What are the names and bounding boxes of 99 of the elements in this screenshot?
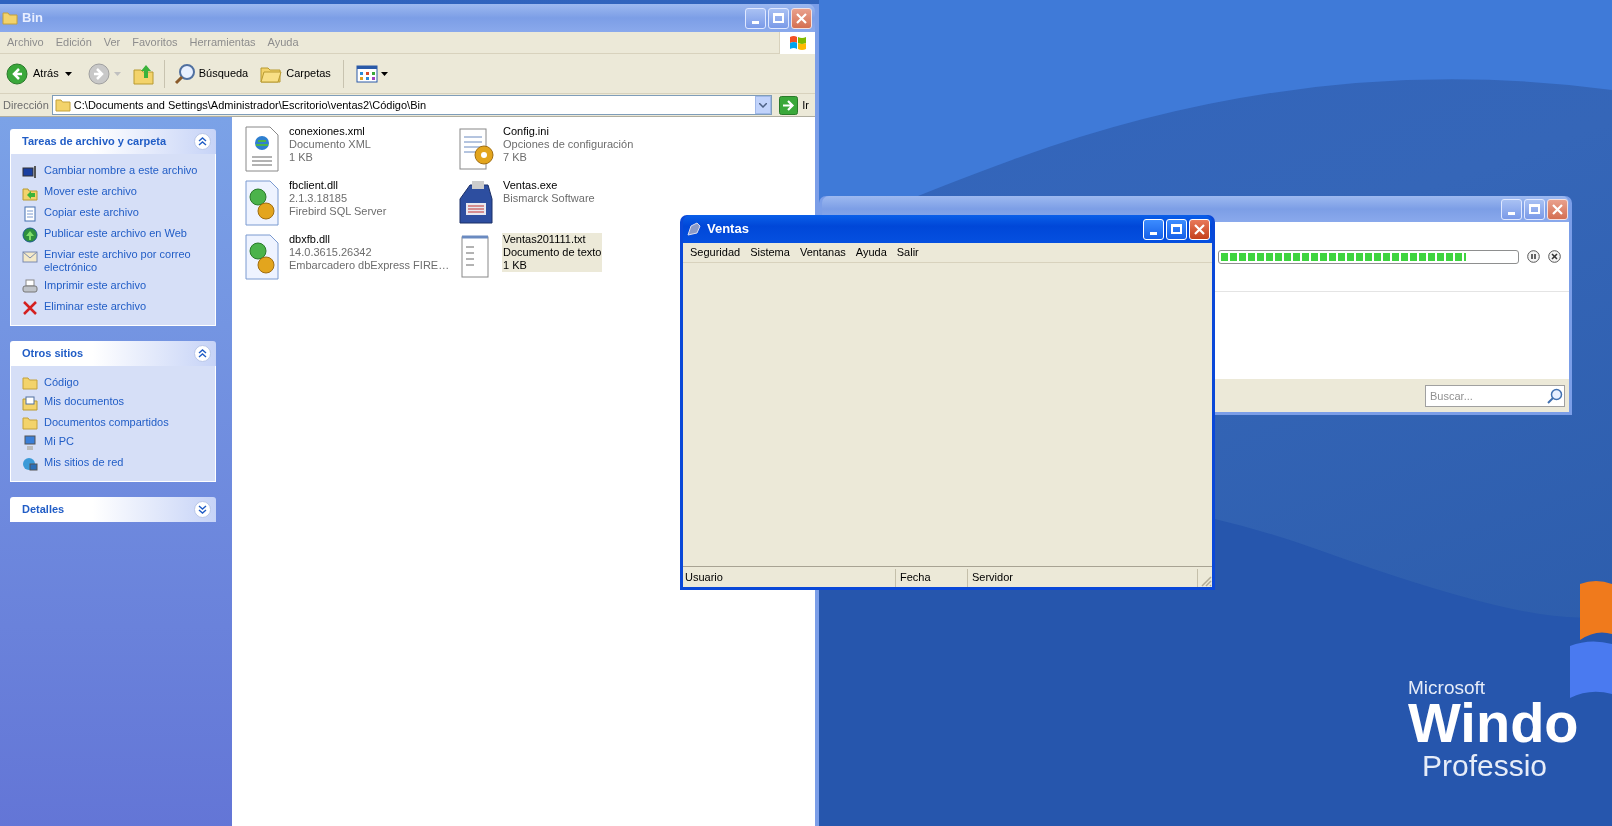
file-detail: Embarcadero dbExpress FIRE…	[289, 259, 450, 272]
status-panel: Servidor	[970, 569, 1198, 587]
cancel-icon[interactable]	[1548, 250, 1561, 263]
task-link[interactable]: Mis documentos	[44, 394, 125, 408]
file-detail: 1 KB	[503, 259, 528, 272]
file-name: dbxfb.dll	[289, 233, 331, 246]
file-detail: Opciones de configuración	[503, 138, 634, 151]
file-name: Ventas.exe	[503, 179, 559, 192]
task-link[interactable]: Cambiar nombre a este archivo	[44, 163, 198, 177]
panel-header[interactable]: Detalles	[10, 497, 216, 522]
task-link[interactable]: Enviar este archivo por correo electrónico	[44, 247, 204, 274]
file-name: conexiones.xml	[289, 125, 366, 138]
close-button[interactable]	[791, 7, 812, 29]
file-detail: Documento de texto	[503, 246, 602, 259]
envelope-icon	[22, 248, 38, 264]
panel-title: Detalles	[22, 502, 66, 518]
address-field[interactable]: C:\Documents and Settings\Administrador\Escritorio\ventas2\Código\Bin	[51, 95, 773, 115]
panel-header[interactable]: Tareas de archivo y carpeta	[10, 129, 216, 154]
resize-grip-icon[interactable]	[1200, 575, 1212, 587]
minimize-button[interactable]	[745, 7, 766, 29]
panel-header[interactable]: Otros sitios	[10, 341, 216, 366]
minimize-button[interactable]	[1501, 198, 1522, 220]
file-detail: Bismarck Software	[503, 192, 595, 205]
printer-icon	[22, 279, 38, 295]
folder-icon	[22, 416, 38, 430]
logo-text: Windo	[1408, 695, 1579, 751]
address-path: C:\Documents and Settings\Administrador\Escritorio\ventas2\Código\Bin	[73, 97, 428, 113]
app-icon	[686, 221, 702, 237]
search-button[interactable]: Búsqueda	[173, 58, 249, 89]
folder-icon	[54, 98, 71, 112]
file-item[interactable]: Config.ini Opciones de configuración 7 KB	[456, 125, 656, 179]
task-link[interactable]: Copiar este archivo	[44, 205, 139, 219]
close-icon	[1194, 223, 1205, 235]
views-icon	[355, 64, 378, 83]
task-link[interactable]: Mis sitios de red	[44, 455, 124, 469]
maximize-button[interactable]	[768, 7, 789, 29]
logo-text: Professio	[1422, 751, 1549, 781]
file-detail: 14.0.3615.26342	[289, 246, 373, 259]
document-icon	[22, 206, 38, 222]
task-link[interactable]: Mi PC	[44, 434, 74, 448]
panel-title: Otros sitios	[22, 346, 85, 362]
collapse-chevron-icon[interactable]	[194, 345, 211, 362]
status-panel: Usuario	[683, 569, 896, 587]
task-link[interactable]: Imprimir este archivo	[44, 278, 147, 292]
file-item[interactable]: fbclient.dll 2.1.3.18185 Firebird SQL Server	[242, 179, 456, 233]
file-name: Config.ini	[503, 125, 550, 138]
rename-icon	[22, 164, 38, 180]
close-button[interactable]	[1547, 198, 1568, 220]
window-title: Ventas	[707, 220, 749, 239]
computer-icon	[22, 435, 38, 451]
delete-icon	[22, 300, 38, 316]
dropdown-caret-icon	[380, 71, 388, 76]
settings-document-icon	[456, 125, 496, 173]
menu-item[interactable]: Salir	[891, 244, 924, 261]
maximize-button[interactable]	[1524, 198, 1545, 220]
menu-item[interactable]: Sistema	[745, 244, 795, 261]
collapse-chevron-icon[interactable]	[194, 133, 211, 150]
xml-document-icon	[242, 125, 282, 173]
file-item[interactable]: conexiones.xml Documento XML 1 KB	[242, 125, 456, 179]
file-name: fbclient.dll	[289, 179, 339, 192]
folders-button[interactable]: Carpetas	[260, 58, 331, 89]
file-detail: 1 KB	[289, 151, 314, 164]
folder-icon	[2, 11, 18, 25]
task-link[interactable]: Documentos compartidos	[44, 415, 169, 429]
menu-item[interactable]: Seguridad	[685, 244, 746, 261]
logo-text: Microsoft	[1408, 678, 1487, 697]
window-title: Bin	[22, 9, 43, 28]
folder-arrow-icon	[22, 185, 38, 201]
task-link[interactable]: Código	[44, 375, 79, 389]
close-icon	[796, 12, 807, 24]
panel-title: Tareas de archivo y carpeta	[22, 134, 168, 150]
file-item[interactable]: Ventas.exe Bismarck Software	[456, 179, 656, 233]
go-button[interactable]: Ir	[779, 95, 809, 115]
file-detail: Firebird SQL Server	[289, 205, 387, 218]
task-link[interactable]: Mover este archivo	[44, 184, 137, 198]
folder-icon	[22, 376, 38, 390]
status-panel: Fecha	[898, 569, 968, 587]
network-globe-icon	[22, 456, 38, 472]
documents-folder-icon	[22, 395, 38, 411]
pause-icon[interactable]	[1527, 250, 1540, 263]
dropdown-caret-icon[interactable]	[64, 71, 72, 76]
task-link[interactable]: Eliminar este archivo	[44, 299, 147, 313]
menu-item[interactable]: Ventanas	[794, 244, 851, 261]
file-item[interactable]: dbxfb.dll 14.0.3615.26342 Embarcadero dbExpress FIRE…	[242, 233, 456, 287]
file-item[interactable]: Ventas201111.txt Documento de texto 1 KB	[456, 233, 656, 287]
back-button[interactable]: Atrás	[4, 58, 61, 89]
task-link[interactable]: Publicar este archivo en Web	[44, 226, 187, 240]
gears-document-icon	[242, 233, 282, 281]
file-detail: 2.1.3.18185	[289, 192, 349, 205]
menu-item[interactable]: Ayuda	[850, 244, 892, 261]
expand-chevron-icon[interactable]	[194, 501, 211, 518]
file-detail: 7 KB	[503, 151, 528, 164]
file-name: Ventas201111.txt	[503, 233, 587, 246]
address-label: Dirección	[3, 97, 49, 113]
search-icon	[173, 62, 196, 85]
file-detail: Documento XML	[289, 138, 371, 151]
globe-icon	[22, 227, 38, 243]
gears-document-icon	[242, 179, 282, 227]
close-icon	[1552, 203, 1563, 215]
